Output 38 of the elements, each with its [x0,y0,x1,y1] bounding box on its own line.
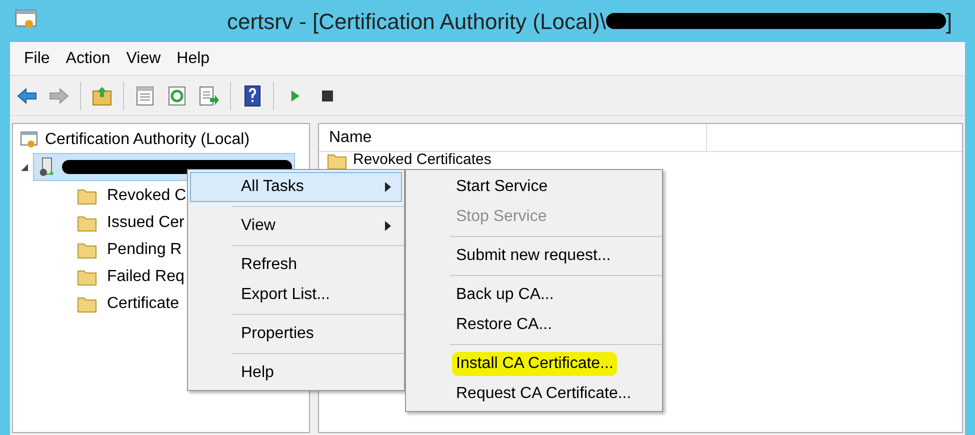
tree-item[interactable]: Failed Req [107,264,184,288]
column-header[interactable]: Name [319,124,707,151]
folder-icon [77,214,97,232]
menu-item[interactable]: Back up CA... [406,280,662,310]
server-icon [38,157,56,177]
certificate-authority-icon [19,130,39,150]
menu-item[interactable]: View [190,211,402,241]
menu-item[interactable]: Export List... [190,280,402,310]
menu-bar-item[interactable]: Help [170,46,216,70]
window-title-end: ] [946,8,952,36]
tree-root-label[interactable]: Certification Authority (Local) [45,128,250,152]
stop-icon [322,90,332,102]
submenu-arrow-icon [385,221,391,231]
menu-item[interactable]: Help [190,358,402,388]
menu-item[interactable]: Properties [190,319,402,349]
menu-item[interactable]: Restore CA... [406,310,662,340]
export-list-icon [197,84,221,108]
expand-triangle-icon[interactable] [19,162,29,172]
menu-item[interactable]: Refresh [190,250,402,280]
menu-item[interactable]: Request CA Certificate... [406,379,662,409]
menu-bar-item[interactable]: File [18,46,56,70]
menu-bar-item[interactable]: View [120,46,167,70]
tree-item[interactable]: Certificate [107,292,180,316]
submenu-arrow-icon [385,182,391,192]
folder-icon [77,294,97,312]
folder-icon [77,268,97,286]
folder-icon [77,240,97,258]
menu-item[interactable]: Start Service [406,172,662,202]
tree-item[interactable]: Pending R [107,238,182,262]
folder-icon [77,186,97,204]
menu-item[interactable]: All Tasks [190,172,402,202]
list-item[interactable]: Revoked Certificates [353,152,492,168]
play-icon [290,90,300,102]
window-title: certsrv - [Certification Authority (Local)\ [227,8,606,36]
menu-item[interactable]: Submit new request... [406,241,662,271]
tree-item[interactable]: Revoked C [107,184,186,208]
menu-bar-item[interactable]: Action [60,46,116,70]
tree-item[interactable]: Issued Cer [107,210,184,234]
